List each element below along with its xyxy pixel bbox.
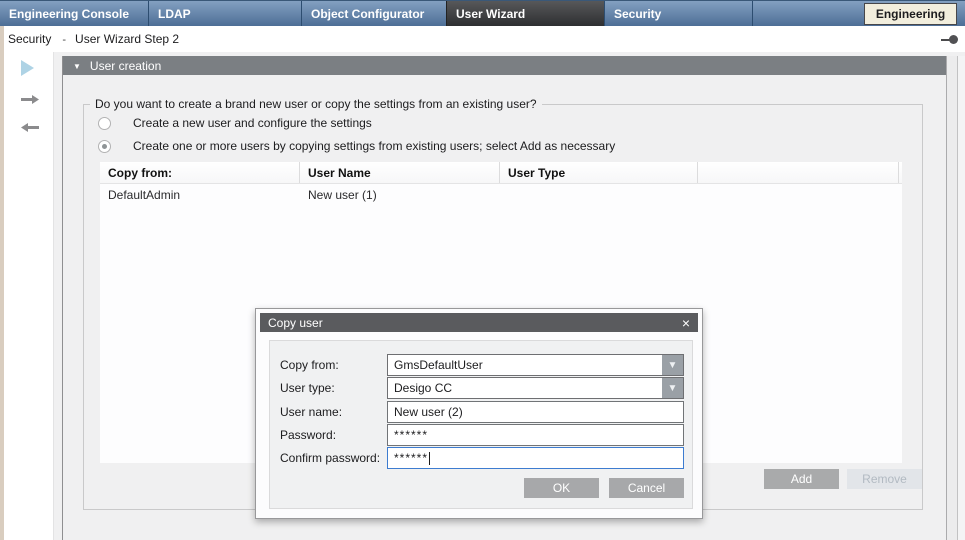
tab-label: Engineering Console bbox=[9, 7, 129, 21]
password-input[interactable]: ****** bbox=[387, 424, 684, 446]
radio-copy-existing-users[interactable]: Create one or more users by copying sett… bbox=[98, 139, 615, 153]
input-value: ****** bbox=[394, 451, 428, 465]
column-header-user-name[interactable]: User Name bbox=[300, 162, 500, 183]
application-window: Engineering Console LDAP Object Configur… bbox=[0, 0, 965, 540]
collapse-icon: ▼ bbox=[73, 62, 81, 71]
breadcrumb: Security - User Wizard Step 2 bbox=[0, 26, 965, 52]
right-margin bbox=[947, 56, 965, 540]
arrow-left-icon[interactable] bbox=[21, 121, 39, 134]
field-row-user-type: User type: Desigo CC ▼ bbox=[280, 377, 684, 399]
tab-label: LDAP bbox=[158, 7, 191, 21]
tab-label: Object Configurator bbox=[311, 7, 424, 21]
tab-divider bbox=[752, 1, 753, 26]
user-type-label: User type: bbox=[280, 381, 387, 395]
ok-button[interactable]: OK bbox=[524, 478, 599, 498]
confirm-password-input[interactable]: ****** bbox=[387, 447, 684, 469]
section-title: User creation bbox=[90, 59, 161, 73]
copy-user-dialog: Copy user × Copy from: GmsDefaultUser ▼ … bbox=[255, 308, 703, 519]
cell-user-type bbox=[500, 184, 698, 206]
breadcrumb-separator: - bbox=[62, 34, 66, 46]
dialog-title: Copy user bbox=[268, 316, 323, 330]
input-value: ****** bbox=[394, 428, 428, 442]
field-row-password: Password: ****** bbox=[280, 424, 684, 446]
groupbox-legend: Do you want to create a brand new user o… bbox=[90, 97, 542, 111]
wizard-nav-sidebar bbox=[4, 52, 54, 540]
breadcrumb-root[interactable]: Security bbox=[8, 32, 51, 46]
section-header-user-creation[interactable]: ▼ User creation bbox=[63, 56, 946, 75]
cell-copy-from: DefaultAdmin bbox=[100, 184, 300, 206]
play-icon[interactable] bbox=[21, 60, 34, 76]
field-row-user-name: User name: New user (2) bbox=[280, 401, 684, 423]
close-icon[interactable]: × bbox=[682, 316, 690, 330]
radio-button-icon[interactable] bbox=[98, 117, 111, 130]
cell-extra bbox=[698, 184, 899, 206]
user-name-input[interactable]: New user (2) bbox=[387, 401, 684, 423]
copy-from-label: Copy from: bbox=[280, 358, 387, 372]
pin-icon[interactable] bbox=[941, 35, 958, 44]
tab-security[interactable]: Security bbox=[604, 1, 752, 26]
table-row[interactable]: DefaultAdmin New user (1) bbox=[100, 184, 902, 206]
engineering-mode-button[interactable]: Engineering bbox=[864, 3, 957, 25]
breadcrumb-current: User Wizard Step 2 bbox=[75, 32, 179, 46]
copy-from-dropdown[interactable]: GmsDefaultUser ▼ bbox=[387, 354, 684, 376]
table-header: Copy from: User Name User Type bbox=[100, 162, 902, 184]
tab-bar: Engineering Console LDAP Object Configur… bbox=[0, 0, 965, 26]
text-caret bbox=[429, 452, 430, 465]
field-row-confirm-password: Confirm password: ****** bbox=[280, 447, 684, 469]
tab-user-wizard[interactable]: User Wizard bbox=[446, 1, 604, 26]
radio-create-new-user[interactable]: Create a new user and configure the sett… bbox=[98, 116, 372, 130]
radio-label: Create one or more users by copying sett… bbox=[133, 139, 615, 153]
column-header-copy-from[interactable]: Copy from: bbox=[100, 162, 300, 183]
chevron-down-icon[interactable]: ▼ bbox=[662, 378, 683, 398]
input-value: New user (2) bbox=[394, 405, 463, 419]
confirm-password-label: Confirm password: bbox=[280, 451, 387, 465]
field-row-copy-from: Copy from: GmsDefaultUser ▼ bbox=[280, 354, 684, 376]
user-type-dropdown[interactable]: Desigo CC ▼ bbox=[387, 377, 684, 399]
tab-label: User Wizard bbox=[456, 7, 525, 21]
dropdown-value: Desigo CC bbox=[388, 381, 662, 395]
chevron-down-icon[interactable]: ▼ bbox=[662, 355, 683, 375]
password-label: Password: bbox=[280, 428, 387, 442]
radio-button-selected-icon[interactable] bbox=[98, 140, 111, 153]
column-header-extra[interactable] bbox=[698, 162, 899, 183]
cancel-button[interactable]: Cancel bbox=[609, 478, 684, 498]
tab-object-configurator[interactable]: Object Configurator bbox=[301, 1, 446, 26]
cell-user-name: New user (1) bbox=[300, 184, 500, 206]
column-header-user-type[interactable]: User Type bbox=[500, 162, 698, 183]
arrow-right-icon[interactable] bbox=[21, 93, 39, 106]
radio-label: Create a new user and configure the sett… bbox=[133, 116, 372, 130]
remove-button[interactable]: Remove bbox=[847, 469, 922, 489]
tab-ldap[interactable]: LDAP bbox=[148, 1, 301, 26]
dialog-title-bar[interactable]: Copy user × bbox=[260, 313, 698, 332]
tab-engineering-console[interactable]: Engineering Console bbox=[0, 1, 148, 26]
user-name-label: User name: bbox=[280, 405, 387, 419]
tab-label: Security bbox=[614, 7, 661, 21]
add-button[interactable]: Add bbox=[764, 469, 839, 489]
dropdown-value: GmsDefaultUser bbox=[388, 358, 662, 372]
